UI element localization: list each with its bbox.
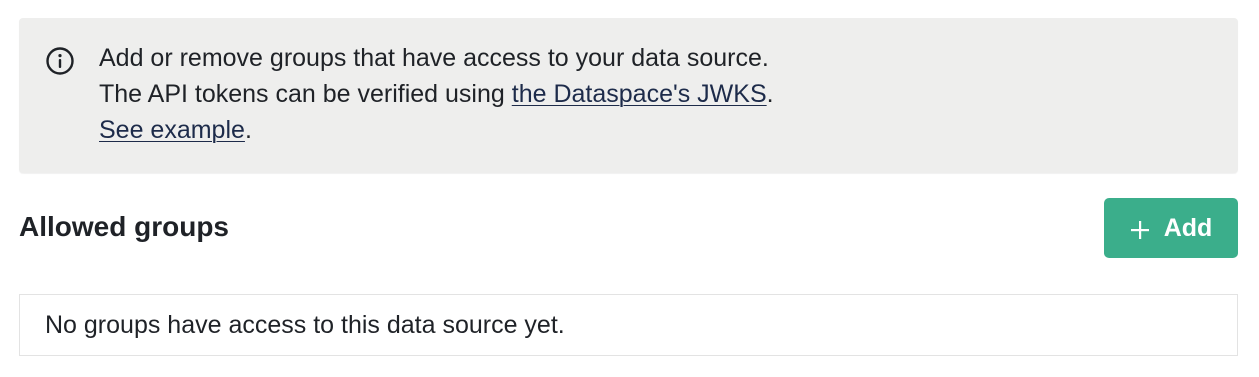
add-button-label: Add bbox=[1163, 213, 1213, 242]
info-line-2: The API tokens can be verified using the… bbox=[99, 76, 774, 112]
allowed-groups-heading: Allowed groups bbox=[19, 211, 229, 242]
jwks-link[interactable]: the Dataspace's JWKS bbox=[512, 80, 767, 108]
info-line-1: Add or remove groups that have access to… bbox=[99, 44, 769, 72]
info-line-3-suffix: . bbox=[244, 116, 252, 144]
info-line-2-suffix: . bbox=[766, 80, 774, 108]
see-example-link[interactable]: See example bbox=[99, 116, 245, 144]
info-line-3: See example. bbox=[99, 112, 774, 148]
add-group-button[interactable]: Add bbox=[1104, 198, 1238, 258]
groups-list-empty-state: No groups have access to this data sourc… bbox=[19, 294, 1238, 356]
info-text: Add or remove groups that have access to… bbox=[99, 40, 774, 148]
info-circle-icon bbox=[45, 46, 75, 76]
info-banner: Add or remove groups that have access to… bbox=[19, 18, 1238, 173]
empty-message: No groups have access to this data sourc… bbox=[45, 311, 565, 339]
info-line-2-prefix: The API tokens can be verified using bbox=[99, 80, 512, 108]
plus-icon bbox=[1130, 218, 1150, 239]
